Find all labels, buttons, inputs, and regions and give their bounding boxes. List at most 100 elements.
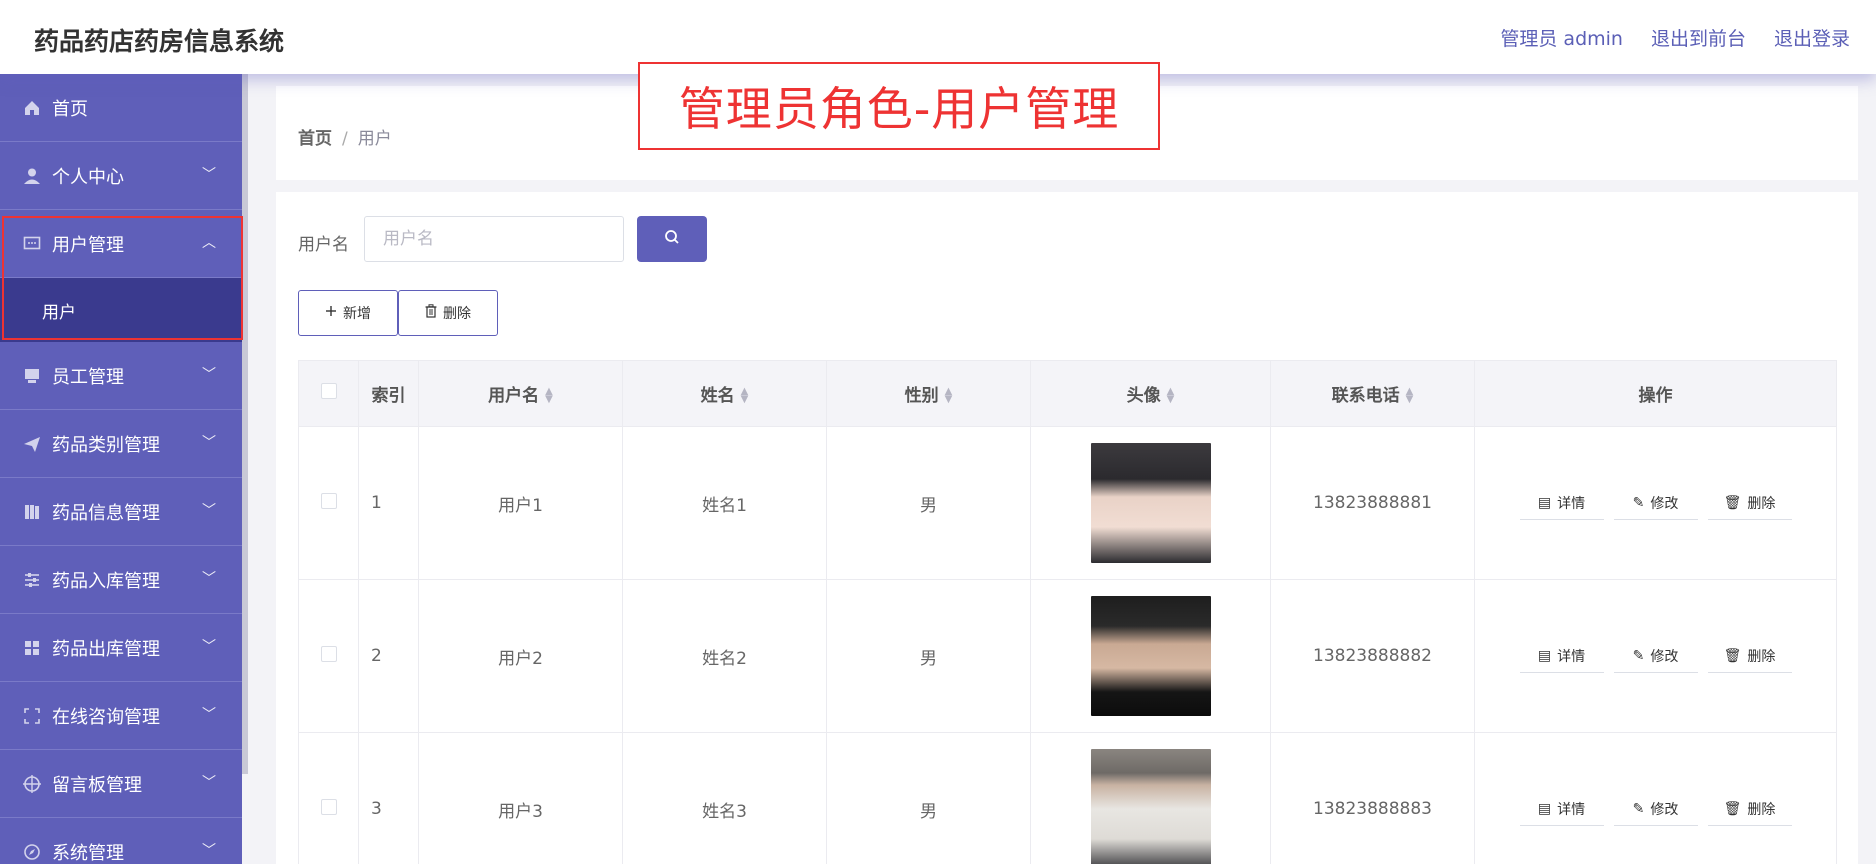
sidebar-item-consult[interactable]: 在线咨询管理 ﹀ bbox=[0, 682, 242, 750]
cell-phone: 13823888881 bbox=[1270, 426, 1475, 580]
sidebar-item-staff[interactable]: 员工管理 ﹀ bbox=[0, 342, 242, 410]
search-input[interactable] bbox=[364, 216, 624, 262]
sidebar-item-drug-info[interactable]: 药品信息管理 ﹀ bbox=[0, 478, 242, 546]
sidebar-item-label: 留言板管理 bbox=[52, 774, 142, 796]
plus-icon bbox=[325, 305, 337, 321]
select-all-checkbox[interactable] bbox=[320, 383, 337, 399]
front-link[interactable]: 退出到前台 bbox=[1651, 24, 1746, 51]
sidebar-scrollbar[interactable] bbox=[242, 74, 248, 774]
search-label: 用户名 bbox=[298, 235, 349, 255]
sliders-icon bbox=[22, 570, 42, 590]
cell-avatar bbox=[1030, 732, 1271, 864]
sidebar-subitem-user[interactable]: 用户 bbox=[0, 278, 242, 342]
breadcrumb-current: 用户 bbox=[357, 129, 392, 149]
detail-button[interactable]: ▤ 详情 bbox=[1519, 486, 1604, 520]
sidebar-item-label: 药品入库管理 bbox=[52, 570, 160, 592]
logout-link[interactable]: 退出登录 bbox=[1774, 24, 1850, 51]
sidebar-item-stock-out[interactable]: 药品出库管理 ﹀ bbox=[0, 614, 242, 682]
col-actions: 操作 bbox=[1474, 360, 1837, 427]
cell-index: 2 bbox=[358, 579, 419, 733]
breadcrumb-home[interactable]: 首页 bbox=[298, 129, 332, 149]
sidebar-item-home[interactable]: 首页 bbox=[0, 74, 242, 142]
sort-icon[interactable]: ▲ ▼ bbox=[1167, 387, 1175, 405]
chevron-down-icon: ﹀ bbox=[202, 775, 216, 791]
document-icon: ▤ bbox=[1537, 800, 1552, 817]
delete-button-label: 删除 bbox=[443, 306, 471, 322]
grid-icon bbox=[22, 638, 42, 658]
edit-button[interactable]: ✎ 修改 bbox=[1613, 486, 1698, 520]
add-button[interactable]: 新增 bbox=[298, 290, 398, 336]
sidebar-item-label: 个人中心 bbox=[52, 166, 124, 188]
message-icon bbox=[22, 234, 42, 254]
sidebar-item-drug-category[interactable]: 药品类别管理 ﹀ bbox=[0, 410, 242, 478]
row-select-cell bbox=[298, 579, 359, 733]
sidebar-item-label: 药品信息管理 bbox=[52, 502, 160, 524]
sidebar-item-label: 系统管理 bbox=[52, 842, 124, 864]
delete-label: 删除 bbox=[1747, 495, 1776, 512]
header-links: 管理员 admin 退出到前台 退出登录 bbox=[1500, 24, 1850, 51]
detail-label: 详情 bbox=[1557, 648, 1586, 665]
cell-username: 用户1 bbox=[418, 426, 623, 580]
cell-actions: ▤ 详情 ✎ 修改 🗑 删除 bbox=[1474, 732, 1837, 864]
cell-index: 1 bbox=[358, 426, 419, 580]
detail-button[interactable]: ▤ 详情 bbox=[1519, 639, 1604, 673]
sidebar-item-stock-in[interactable]: 药品入库管理 ﹀ bbox=[0, 546, 242, 614]
avatar[interactable] bbox=[1090, 749, 1211, 864]
trash-icon: 🗑 bbox=[1723, 800, 1742, 817]
chevron-down-icon: ﹀ bbox=[202, 435, 216, 451]
sidebar-item-label: 员工管理 bbox=[52, 366, 124, 388]
detail-button[interactable]: ▤ 详情 bbox=[1519, 792, 1604, 826]
chevron-down-icon: ﹀ bbox=[202, 367, 216, 383]
target-icon bbox=[22, 774, 42, 794]
delete-button[interactable]: 删除 bbox=[398, 290, 498, 336]
chevron-down-icon: ﹀ bbox=[202, 707, 216, 723]
cell-avatar bbox=[1030, 579, 1271, 733]
detail-label: 详情 bbox=[1557, 801, 1586, 818]
row-delete-button[interactable]: 🗑 删除 bbox=[1707, 639, 1792, 673]
edit-button[interactable]: ✎ 修改 bbox=[1613, 792, 1698, 826]
col-gender[interactable]: 性别 ▲ ▼ bbox=[826, 360, 1031, 427]
sidebar-item-profile[interactable]: 个人中心 ﹀ bbox=[0, 142, 242, 210]
chevron-down-icon: ﹀ bbox=[202, 503, 216, 519]
row-select-cell bbox=[298, 426, 359, 580]
add-button-label: 新增 bbox=[343, 306, 371, 322]
book-icon bbox=[22, 502, 42, 522]
admin-label[interactable]: 管理员 admin bbox=[1500, 24, 1623, 51]
sidebar-item-board[interactable]: 留言板管理 ﹀ bbox=[0, 750, 242, 818]
cell-actions: ▤ 详情 ✎ 修改 🗑 删除 bbox=[1474, 579, 1837, 733]
col-name-label: 姓名 bbox=[700, 386, 735, 406]
sort-icon[interactable]: ▲ ▼ bbox=[545, 387, 553, 405]
edit-label: 修改 bbox=[1650, 648, 1679, 665]
col-gender-label: 性别 bbox=[904, 386, 939, 406]
col-phone[interactable]: 联系电话 ▲ ▼ bbox=[1270, 360, 1475, 427]
avatar[interactable] bbox=[1090, 443, 1211, 563]
sort-icon[interactable]: ▲ ▼ bbox=[945, 387, 953, 405]
col-name[interactable]: 姓名 ▲ ▼ bbox=[622, 360, 827, 427]
col-username[interactable]: 用户名 ▲ ▼ bbox=[418, 360, 623, 427]
edit-label: 修改 bbox=[1650, 495, 1679, 512]
row-delete-button[interactable]: 🗑 删除 bbox=[1707, 486, 1792, 520]
sidebar-item-system[interactable]: 系统管理 ﹀ bbox=[0, 818, 242, 864]
send-icon bbox=[22, 434, 42, 454]
row-checkbox[interactable] bbox=[320, 798, 337, 815]
trash-icon bbox=[425, 304, 437, 322]
main-content: 用户名 新增 删除 索引 用户名 ▲▼ 姓名 ▲▼ 性别 ▲▼ 头像 ▲▼ bbox=[276, 192, 1858, 864]
document-icon: ▤ bbox=[1537, 647, 1552, 664]
row-checkbox[interactable] bbox=[320, 645, 337, 662]
search-button[interactable] bbox=[637, 216, 707, 262]
sort-icon[interactable]: ▲ ▼ bbox=[1406, 387, 1414, 405]
breadcrumb-separator: / bbox=[342, 129, 348, 149]
monitor-icon bbox=[22, 366, 42, 386]
cell-username: 用户3 bbox=[418, 732, 623, 864]
frame-icon bbox=[22, 706, 42, 726]
col-avatar[interactable]: 头像 ▲ ▼ bbox=[1030, 360, 1271, 427]
edit-button[interactable]: ✎ 修改 bbox=[1613, 639, 1698, 673]
row-delete-button[interactable]: 🗑 删除 bbox=[1707, 792, 1792, 826]
sort-icon[interactable]: ▲ ▼ bbox=[741, 387, 749, 405]
select-all-cell bbox=[298, 360, 359, 427]
cell-name: 姓名3 bbox=[622, 732, 827, 864]
row-checkbox[interactable] bbox=[320, 492, 337, 509]
avatar[interactable] bbox=[1090, 596, 1211, 716]
chevron-down-icon: ﹀ bbox=[202, 167, 216, 183]
sidebar-item-user-mgmt[interactable]: 用户管理 ︿ bbox=[0, 210, 242, 278]
